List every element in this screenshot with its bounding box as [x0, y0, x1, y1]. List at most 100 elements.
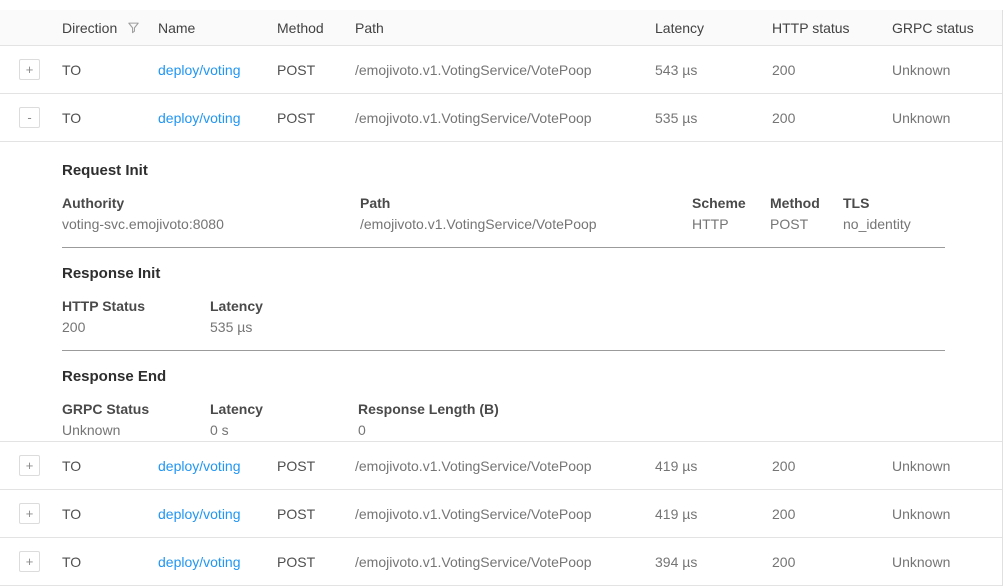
table-header-row: Direction Name Method Path Latency HTTP … — [0, 10, 1002, 46]
http-status-cell: 200 — [772, 110, 892, 126]
column-header-direction: Direction — [62, 20, 158, 36]
field-value: 0 s — [210, 422, 358, 438]
section-title: Response End — [62, 368, 1002, 385]
field-value: Unknown — [62, 422, 210, 438]
detail-section: Response Init HTTP Status 200Latency 535 µs — [62, 265, 1002, 351]
column-header-direction-label: Direction — [62, 20, 117, 36]
tap-results-view: Direction Name Method Path Latency HTTP … — [0, 0, 1007, 586]
detail-fields-row: HTTP Status 200Latency 535 µs — [62, 298, 1002, 335]
column-header-path: Path — [355, 20, 655, 36]
name-cell: deploy/voting — [158, 62, 277, 78]
column-header-method: Method — [277, 20, 355, 36]
expander-cell: + — [0, 551, 62, 572]
field-label: Method — [770, 195, 843, 211]
column-header-latency: Latency — [655, 20, 772, 36]
direction-cell: TO — [62, 554, 158, 570]
section-title: Request Init — [62, 162, 1002, 179]
field-value: /emojivoto.v1.VotingService/VotePoop — [360, 216, 692, 232]
name-cell: deploy/voting — [158, 110, 277, 126]
method-cell: POST — [277, 554, 355, 570]
path-cell: /emojivoto.v1.VotingService/VotePoop — [355, 62, 655, 78]
method-cell: POST — [277, 110, 355, 126]
field-value: no_identity — [843, 216, 911, 232]
latency-cell: 419 µs — [655, 506, 772, 522]
latency-cell: 394 µs — [655, 554, 772, 570]
detail-field: SchemeHTTP — [692, 195, 770, 232]
grpc-status-cell: Unknown — [892, 62, 1002, 78]
resource-link[interactable]: deploy/voting — [158, 458, 241, 474]
table-row: - TO deploy/voting POST /emojivoto.v1.Vo… — [0, 94, 1002, 142]
detail-field: Method POST — [770, 195, 843, 232]
expander-cell: + — [0, 455, 62, 476]
column-header-http-status: HTTP status — [772, 20, 892, 36]
http-status-cell: 200 — [772, 506, 892, 522]
expand-row-button[interactable]: - — [19, 107, 40, 128]
detail-field: Authorityvoting-svc.emojivoto:8080 — [62, 195, 360, 232]
name-cell: deploy/voting — [158, 506, 277, 522]
grpc-status-cell: Unknown — [892, 458, 1002, 474]
name-cell: deploy/voting — [158, 458, 277, 474]
expand-row-button[interactable]: + — [19, 551, 40, 572]
grpc-status-cell: Unknown — [892, 554, 1002, 570]
resource-link[interactable]: deploy/voting — [158, 506, 241, 522]
detail-field: GRPC Status Unknown — [62, 401, 210, 438]
field-label: HTTP Status — [62, 298, 210, 314]
detail-fields-row: Authorityvoting-svc.emojivoto:8080Path/e… — [62, 195, 1002, 232]
field-value: 200 — [62, 319, 210, 335]
detail-fields-row: GRPC Status UnknownLatency 0 sResponse Len… — [62, 401, 1002, 438]
direction-cell: TO — [62, 506, 158, 522]
table-row: + TO deploy/voting POST /emojivoto.v1.Vo… — [0, 442, 1002, 490]
path-cell: /emojivoto.v1.VotingService/VotePoop — [355, 506, 655, 522]
detail-section: Response End GRPC Status UnknownLatency 0 s… — [62, 368, 1002, 438]
section-divider — [62, 350, 945, 351]
latency-cell: 419 µs — [655, 458, 772, 474]
detail-field: Latency 0 s — [210, 401, 358, 438]
expanded-row-detail: Request Init Authorityvoting-svc.emojivot… — [0, 142, 1002, 442]
field-label: Latency — [210, 401, 358, 417]
grpc-status-cell: Unknown — [892, 506, 1002, 522]
filter-funnel-icon[interactable] — [126, 20, 141, 35]
field-value: POST — [770, 216, 843, 232]
field-label: Latency — [210, 298, 263, 314]
field-label: Response Length (B) — [358, 401, 499, 417]
tap-results-table: Direction Name Method Path Latency HTTP … — [0, 10, 1003, 586]
field-label: Authority — [62, 195, 360, 211]
section-title: Response Init — [62, 265, 1002, 282]
detail-field: HTTP Status 200 — [62, 298, 210, 335]
section-divider — [62, 247, 945, 248]
detail-field: Latency 535 µs — [210, 298, 263, 335]
field-label: Scheme — [692, 195, 770, 211]
detail-field: Response Length (B) 0 — [358, 401, 499, 438]
field-label: TLS — [843, 195, 911, 211]
direction-cell: TO — [62, 110, 158, 126]
table-body: + TO deploy/voting POST /emojivoto.v1.Vo… — [0, 46, 1002, 586]
column-header-grpc-status: GRPC status — [892, 20, 1002, 36]
detail-field: Path/emojivoto.v1.VotingService/VotePoop — [360, 195, 692, 232]
table-row: + TO deploy/voting POST /emojivoto.v1.Vo… — [0, 490, 1002, 538]
expand-row-button[interactable]: + — [19, 59, 40, 80]
grpc-status-cell: Unknown — [892, 110, 1002, 126]
resource-link[interactable]: deploy/voting — [158, 62, 241, 78]
http-status-cell: 200 — [772, 554, 892, 570]
field-value: 535 µs — [210, 319, 263, 335]
field-label: Path — [360, 195, 692, 211]
http-status-cell: 200 — [772, 458, 892, 474]
field-label: GRPC Status — [62, 401, 210, 417]
detail-field: TLS no_identity — [843, 195, 911, 232]
expand-row-button[interactable]: + — [19, 503, 40, 524]
resource-link[interactable]: deploy/voting — [158, 554, 241, 570]
expand-row-button[interactable]: + — [19, 455, 40, 476]
expander-cell: + — [0, 59, 62, 80]
latency-cell: 535 µs — [655, 110, 772, 126]
resource-link[interactable]: deploy/voting — [158, 110, 241, 126]
detail-section: Request Init Authorityvoting-svc.emojivot… — [62, 162, 1002, 248]
column-header-name: Name — [158, 20, 277, 36]
method-cell: POST — [277, 506, 355, 522]
path-cell: /emojivoto.v1.VotingService/VotePoop — [355, 458, 655, 474]
method-cell: POST — [277, 458, 355, 474]
direction-cell: TO — [62, 458, 158, 474]
method-cell: POST — [277, 62, 355, 78]
direction-cell: TO — [62, 62, 158, 78]
field-value: 0 — [358, 422, 499, 438]
path-cell: /emojivoto.v1.VotingService/VotePoop — [355, 110, 655, 126]
